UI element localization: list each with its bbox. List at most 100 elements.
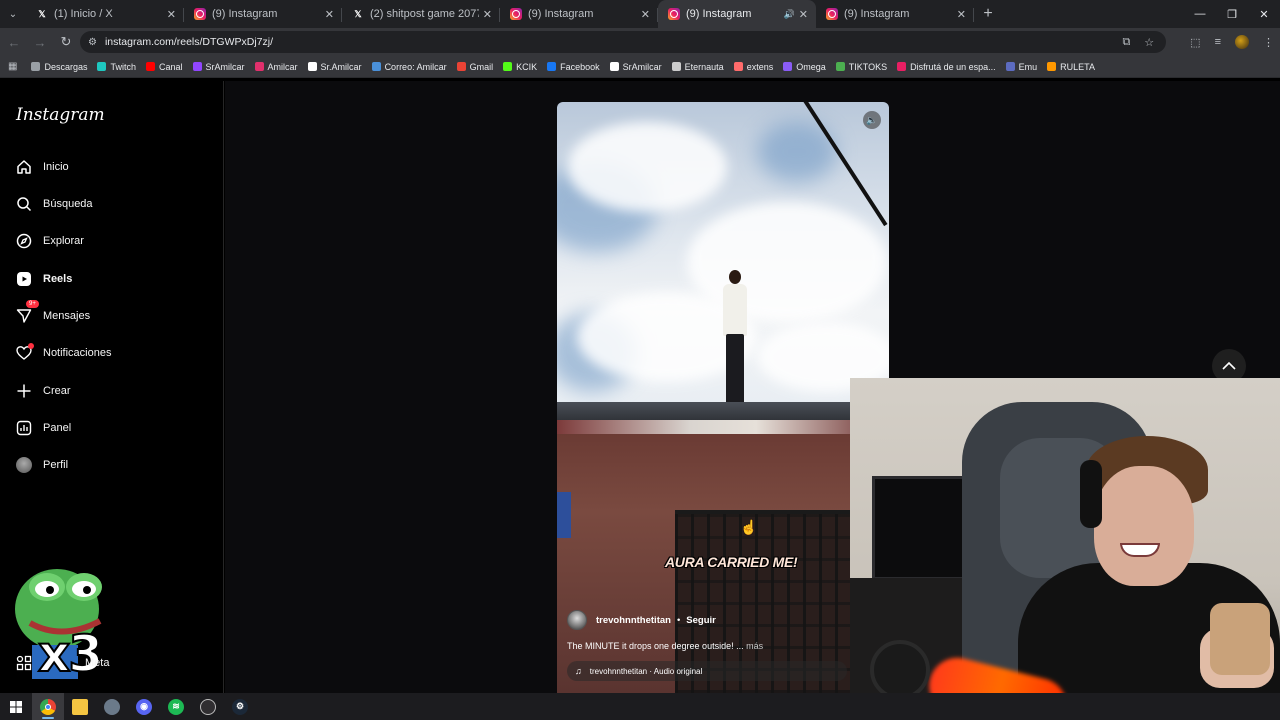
close-icon[interactable]: ✕ [799,8,808,21]
apps-grid-icon[interactable]: ▦ [8,61,17,72]
back-icon[interactable]: ← [2,35,26,50]
tab-title: (9) Instagram [844,8,910,20]
menu-icon[interactable]: ⋮ [1263,36,1274,49]
taskbar-spotify[interactable]: ≋ [160,693,192,720]
nav-label: Búsqueda [43,198,93,210]
nav-item-panel[interactable]: Panel [16,420,71,436]
browser-tab-5[interactable]: (9) Instagram ✕ [816,0,974,28]
bookmark-favicon-icon [254,62,264,71]
bookmark-item[interactable]: Amilcar [254,62,298,72]
mouse-cursor-icon: ☝ [740,519,758,535]
bookmark-item[interactable]: Correo: Amilcar [371,62,447,72]
forward-icon[interactable]: → [28,35,52,50]
close-icon[interactable]: ✕ [641,8,650,21]
bookmark-favicon-icon [609,62,619,71]
avatar[interactable] [567,610,587,630]
x-icon: 𝕏 [38,8,46,19]
reel-username[interactable]: trevohnnthetitan [596,615,671,626]
bookmark-item[interactable]: Emu [1005,61,1038,72]
site-info-icon[interactable]: ⚙ [88,37,97,48]
restore-icon[interactable]: ❐ [1216,0,1248,28]
tab-title: (1) Inicio / X [54,8,113,20]
new-tab-button[interactable]: + [974,0,1002,28]
window-controls: — ❐ ✕ [1184,0,1280,28]
bookmark-label: Facebook [560,61,600,72]
instagram-icon [194,8,206,20]
taskbar-app-3[interactable] [96,693,128,720]
extensions-icon[interactable]: ⬚ [1190,36,1200,49]
nav-item-explorar[interactable]: Explorar [16,233,84,249]
close-icon[interactable]: ✕ [325,8,334,21]
bookmark-label: Canal [159,61,183,72]
media-control-icon[interactable]: ≡ [1215,36,1221,48]
instagram-sidebar: Instagram Inicio Búsqueda Explorar Reels [0,81,224,693]
follow-button[interactable]: Seguir [686,615,716,626]
browser-tab-strip: ⌄ 𝕏 (1) Inicio / X ✕ (9) Instagram ✕ 𝕏 (… [0,0,1280,28]
taskbar-discord[interactable]: ◉ [128,693,160,720]
start-button[interactable] [0,693,32,720]
nav-item-perfil[interactable]: Perfil [16,457,68,473]
chrome-profile-avatar[interactable] [1235,35,1249,49]
browser-tab-3[interactable]: (9) Instagram ✕ [500,0,658,28]
volume-icon[interactable]: 🔈 [863,111,881,129]
instagram-logo[interactable]: Instagram [16,105,105,125]
nav-item-meta[interactable]: Meta [16,655,109,671]
taskbar-steam[interactable]: ⚙ [224,693,256,720]
bookmark-item[interactable]: Eternauta [671,62,724,72]
bookmark-item[interactable]: Twitch [97,62,136,72]
reel-video[interactable]: AURA CARRIED ME! 🔈 trevohnnthetitan • Se… [557,102,889,693]
bookmark-item[interactable]: RULETA [1047,62,1095,72]
nav-item-notificaciones[interactable]: Notificaciones [16,343,111,361]
browser-tab-1[interactable]: (9) Instagram ✕ [184,0,342,28]
bookmark-favicon-icon [307,62,317,71]
bookmark-item[interactable]: SrAmilcar [609,62,662,72]
bookmark-label: Gmail [469,61,494,72]
taskbar-chrome[interactable] [32,693,64,720]
bookmark-item[interactable]: KCIK [503,62,537,72]
nav-label: Inicio [43,161,69,173]
reel-audio-pill[interactable]: ♫ trevohnnthetitan · Audio original [567,661,847,681]
avatar [16,457,32,473]
browser-tab-4-active[interactable]: (9) Instagram 🔊 ✕ [658,0,816,28]
address-bar[interactable]: ⚙ instagram.com/reels/DTGWPxDj7zj/ [80,31,1166,53]
browser-tab-2[interactable]: 𝕏 (2) shitpost game 2077 en X: "h ✕ [342,0,500,28]
bookmark-item[interactable]: Omega [783,62,826,72]
bookmark-item[interactable]: Gmail [456,61,494,72]
bookmark-item[interactable]: Descargas [31,62,87,72]
bookmark-item[interactable]: SrAmilcar [192,62,245,72]
browser-tab-0[interactable]: 𝕏 (1) Inicio / X ✕ [26,0,184,28]
heart-icon [16,343,34,361]
close-icon[interactable]: ✕ [167,8,176,21]
bookmark-star-icon[interactable]: ☆ [1144,36,1154,49]
reel-caption: The MINUTE it drops one degree outside! … [567,641,763,651]
nav-label: Crear [43,385,71,397]
nav-item-reels[interactable]: Reels [16,271,72,287]
taskbar-obs[interactable] [192,693,224,720]
close-window-icon[interactable]: ✕ [1248,0,1280,28]
tab-search-icon[interactable]: ⌄ [0,0,26,28]
bookmark-item[interactable]: Sr.Amilcar [307,62,362,72]
bookmark-item[interactable]: Facebook [547,62,600,72]
close-icon[interactable]: ✕ [957,8,966,21]
more-link[interactable]: más [746,641,763,651]
install-app-icon[interactable]: ⧉ [1122,36,1130,49]
bookmark-favicon-icon [371,62,381,71]
minimize-icon[interactable]: — [1184,0,1216,28]
bookmark-item[interactable]: TIKTOKS [835,61,888,72]
spotify-icon: ≋ [168,698,184,715]
nav-item-busqueda[interactable]: Búsqueda [16,196,93,212]
nav-item-mensajes[interactable]: 9+ Mensajes [16,300,90,324]
bookmark-label: TIKTOKS [848,61,888,72]
home-icon [16,159,32,175]
reload-icon[interactable]: ↻ [54,34,78,50]
bookmark-item[interactable]: extens [733,62,773,72]
bookmark-item[interactable]: Disfrutá de un espa... [897,62,996,72]
bookmark-label: Emu [1018,61,1038,72]
bookmark-item[interactable]: Canal [146,62,183,72]
taskbar-explorer[interactable] [64,693,96,720]
profile-icon [16,457,32,473]
close-icon[interactable]: ✕ [483,8,492,21]
nav-item-inicio[interactable]: Inicio [16,159,69,175]
speaker-icon[interactable]: 🔊 [784,9,795,20]
nav-item-crear[interactable]: Crear [16,383,71,399]
